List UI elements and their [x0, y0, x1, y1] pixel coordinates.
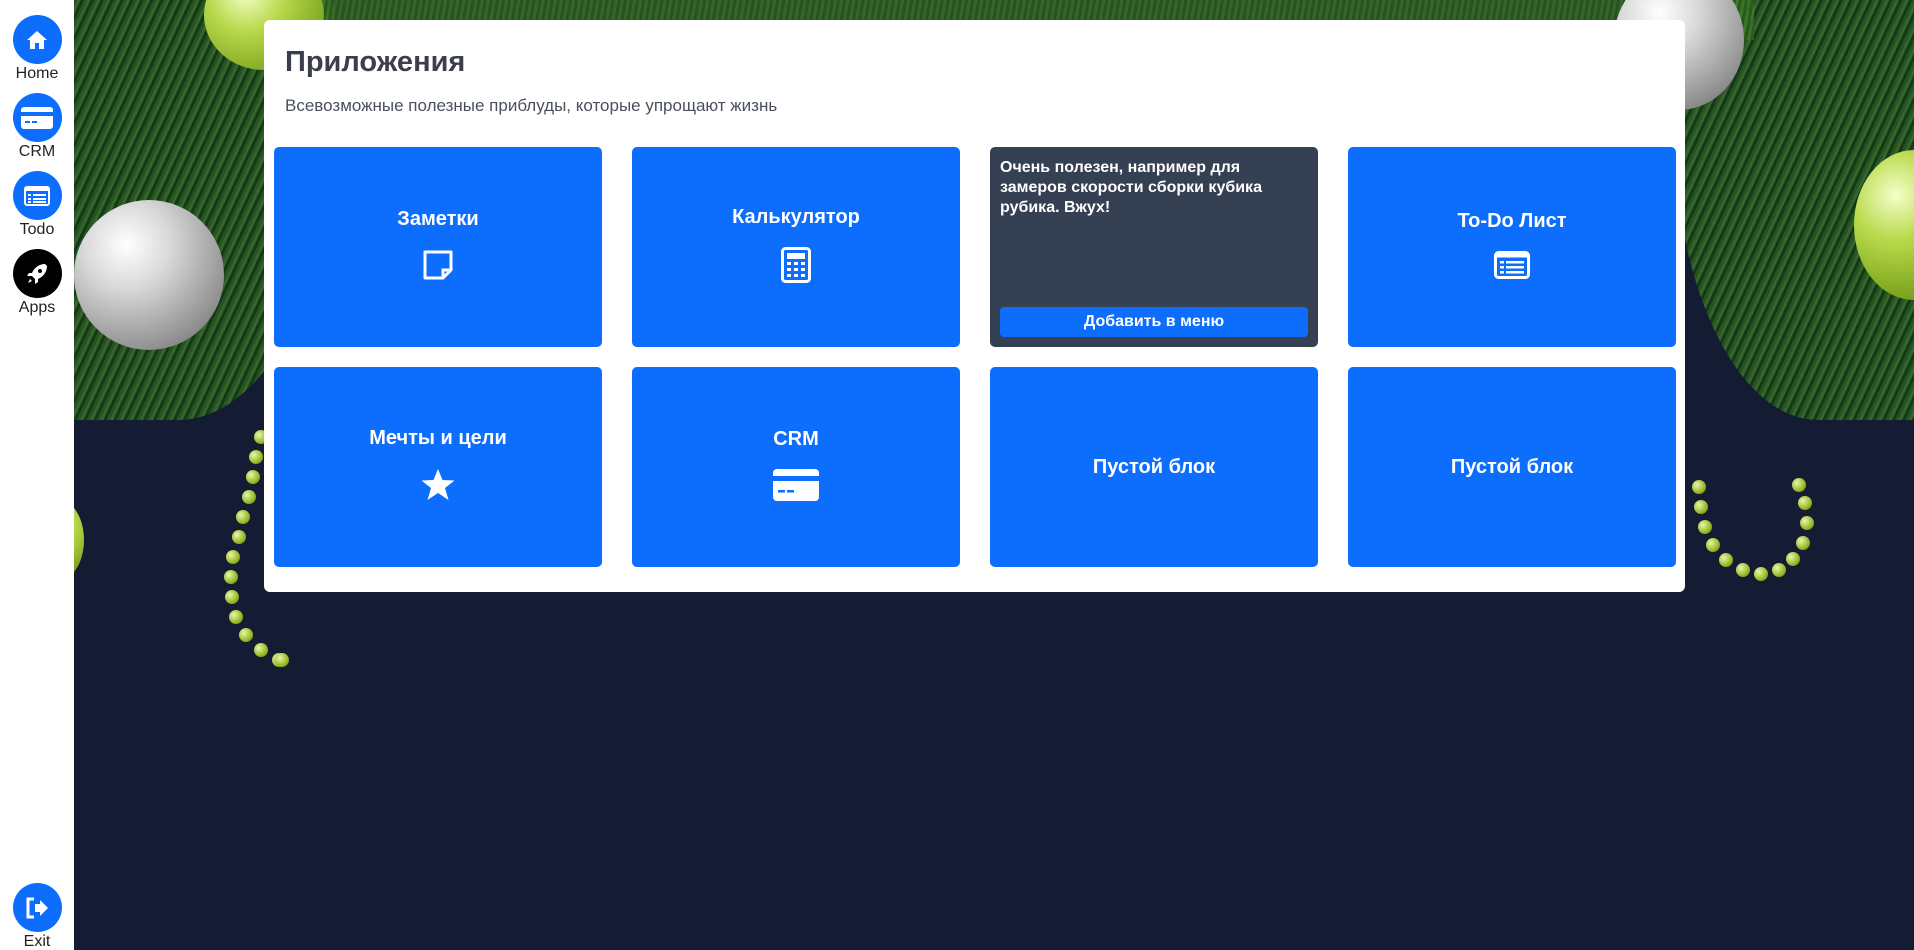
garland-bead	[226, 550, 240, 564]
todo-button[interactable]	[12, 171, 62, 220]
app-card-empty[interactable]: Пустой блок	[990, 367, 1318, 567]
garland-bead	[1792, 478, 1806, 492]
sidebar-item-home[interactable]: Home	[12, 15, 62, 83]
apps-button[interactable]	[12, 249, 62, 298]
garland-bead	[236, 510, 250, 524]
garland-bead	[232, 530, 246, 544]
page-title: Приложения	[285, 46, 466, 78]
app-card-timer-info: Очень полезен, например для замеров скор…	[990, 147, 1318, 347]
silver-ornament	[74, 200, 224, 350]
garland-bead	[1698, 520, 1712, 534]
app-card-empty[interactable]: Пустой блок	[1348, 367, 1676, 567]
garland-bead	[1754, 567, 1768, 581]
add-to-menu-button[interactable]: Добавить в меню	[1000, 307, 1308, 337]
home-icon	[27, 30, 47, 49]
garland-bead	[1719, 553, 1733, 567]
credit-card-icon	[21, 106, 53, 129]
card-title: CRM	[773, 428, 819, 450]
app-card-goals[interactable]: Мечты и цели	[274, 367, 602, 567]
calculator-icon	[781, 247, 811, 288]
app-card-todo[interactable]: To-Do Лист	[1348, 147, 1676, 347]
garland-bead	[1736, 563, 1750, 577]
sidebar-item-label: Home	[15, 65, 59, 82]
rocket-icon	[27, 263, 47, 284]
garland-bead	[1786, 552, 1800, 566]
app-card-calculator[interactable]: Калькулятор	[632, 147, 960, 347]
garland-bead	[246, 470, 260, 484]
card-title: To-Do Лист	[1457, 210, 1567, 232]
sidebar-item-label: CRM	[18, 143, 56, 160]
sign-out-icon	[26, 897, 48, 918]
list-icon	[24, 185, 50, 206]
garland-bead	[1772, 563, 1786, 577]
garland-bead	[239, 628, 253, 642]
sidebar-item-todo[interactable]: Todo	[12, 171, 62, 239]
garland-bead	[1798, 496, 1812, 510]
garland-bead	[225, 590, 239, 604]
star-icon	[420, 468, 456, 507]
sidebar-item-label: Apps	[18, 299, 56, 316]
card-description: Очень полезен, например для замеров скор…	[1000, 159, 1262, 216]
garland-bead	[1796, 536, 1810, 550]
app-card-crm[interactable]: CRM	[632, 367, 960, 567]
page-subtitle: Всевозможные полезные приблуды, которые …	[285, 96, 778, 115]
apps-panel: Приложения Всевозможные полезные приблуд…	[264, 20, 1685, 592]
garland-bead	[1692, 480, 1706, 494]
garland-bead	[1800, 516, 1814, 530]
credit-card-icon	[773, 469, 819, 506]
garland-bead	[254, 643, 268, 657]
garland-bead	[1694, 500, 1708, 514]
garland-bead	[275, 653, 289, 667]
garland-bead	[249, 450, 263, 464]
garland-bead	[229, 610, 243, 624]
sidebar-item-crm[interactable]: CRM	[12, 93, 62, 161]
exit-button[interactable]	[12, 883, 62, 932]
sidebar-item-exit[interactable]: Exit	[0, 883, 74, 950]
card-title: Мечты и цели	[369, 427, 507, 449]
card-title: Пустой блок	[1092, 455, 1216, 478]
list-icon	[1494, 251, 1530, 284]
sidebar-item-label: Todo	[19, 221, 55, 238]
garland-bead	[1706, 538, 1720, 552]
card-title: Пустой блок	[1450, 455, 1574, 478]
sidebar: Home CRM Todo Apps Exit	[0, 0, 74, 950]
green-ornament	[74, 500, 84, 580]
card-title: Калькулятор	[732, 206, 860, 228]
app-card-notes[interactable]: Заметки	[274, 147, 602, 347]
card-title: Заметки	[397, 208, 479, 230]
sidebar-item-apps[interactable]: Apps	[12, 249, 62, 317]
sidebar-item-label: Exit	[23, 933, 51, 950]
garland-bead	[242, 490, 256, 504]
garland-bead	[224, 570, 238, 584]
crm-button[interactable]	[12, 93, 62, 142]
home-button[interactable]	[12, 15, 62, 64]
sticky-note-icon	[422, 249, 454, 286]
